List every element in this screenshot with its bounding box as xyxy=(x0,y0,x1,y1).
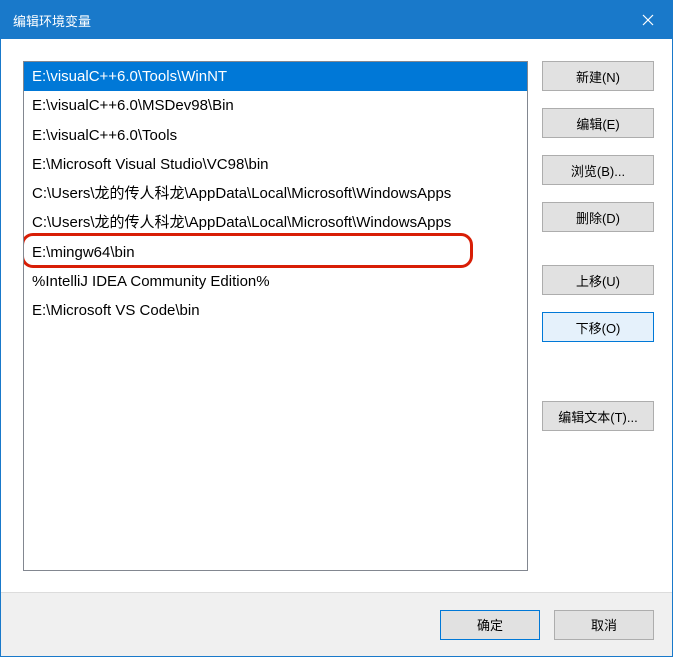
titlebar: 编辑环境变量 xyxy=(1,1,672,39)
dialog-window: 编辑环境变量 E:\visualC++6.0\Tools\WinNTE:\vis… xyxy=(0,0,673,657)
list-item[interactable]: C:\Users\龙的传人科龙\AppData\Local\Microsoft\… xyxy=(24,179,527,208)
new-button[interactable]: 新建(N) xyxy=(542,61,654,91)
list-item[interactable]: E:\Microsoft VS Code\bin xyxy=(24,296,527,325)
cancel-button[interactable]: 取消 xyxy=(554,610,654,640)
close-button[interactable] xyxy=(624,1,672,39)
window-title: 编辑环境变量 xyxy=(13,11,91,30)
list-item[interactable]: E:\visualC++6.0\MSDev98\Bin xyxy=(24,91,527,120)
ok-button[interactable]: 确定 xyxy=(440,610,540,640)
move-down-button[interactable]: 下移(O) xyxy=(542,312,654,342)
browse-button[interactable]: 浏览(B)... xyxy=(542,155,654,185)
delete-button[interactable]: 删除(D) xyxy=(542,202,654,232)
list-item[interactable]: %IntelliJ IDEA Community Edition% xyxy=(24,267,527,296)
move-up-button[interactable]: 上移(U) xyxy=(542,265,654,295)
list-item[interactable]: E:\mingw64\bin xyxy=(24,238,527,267)
dialog-footer: 确定 取消 xyxy=(1,592,672,656)
edit-button[interactable]: 编辑(E) xyxy=(542,108,654,138)
list-item[interactable]: E:\visualC++6.0\Tools\WinNT xyxy=(24,62,527,91)
close-icon xyxy=(642,14,654,26)
content-area: E:\visualC++6.0\Tools\WinNTE:\visualC++6… xyxy=(1,39,672,592)
path-listbox[interactable]: E:\visualC++6.0\Tools\WinNTE:\visualC++6… xyxy=(23,61,528,571)
list-item[interactable]: E:\Microsoft Visual Studio\VC98\bin xyxy=(24,150,527,179)
list-item[interactable]: C:\Users\龙的传人科龙\AppData\Local\Microsoft\… xyxy=(24,208,527,237)
list-item[interactable]: E:\visualC++6.0\Tools xyxy=(24,121,527,150)
button-column: 新建(N) 编辑(E) 浏览(B)... 删除(D) 上移(U) 下移(O) 编… xyxy=(542,61,654,582)
edit-text-button[interactable]: 编辑文本(T)... xyxy=(542,401,654,431)
